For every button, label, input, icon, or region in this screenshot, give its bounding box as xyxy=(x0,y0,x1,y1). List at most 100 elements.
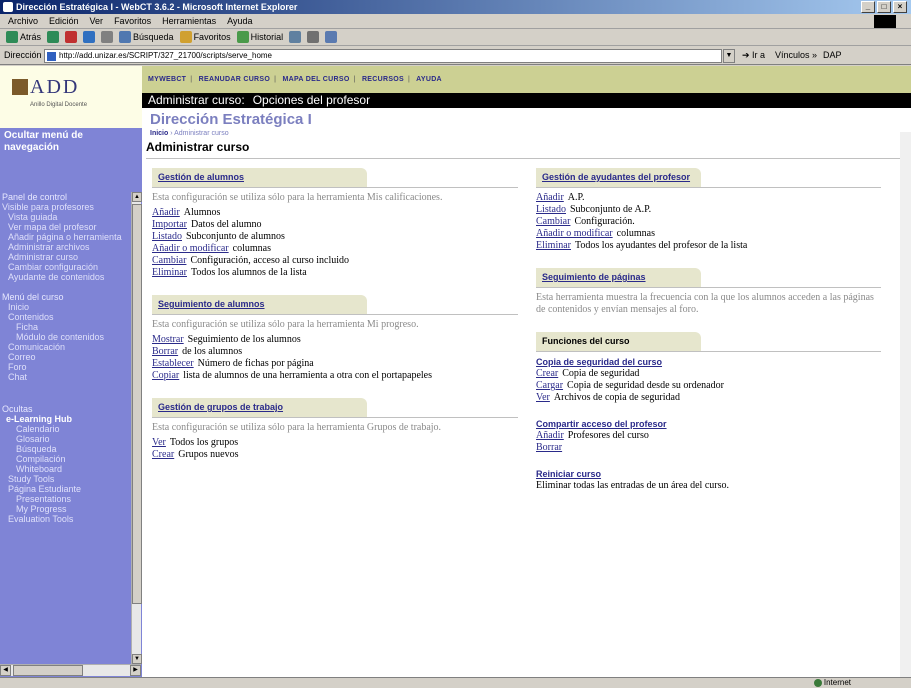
scroll-up-arrow-icon[interactable]: ▲ xyxy=(132,192,142,202)
page-tracking-title[interactable]: Seguimiento de páginas xyxy=(536,268,701,287)
delete-ap-link[interactable]: Eliminar xyxy=(536,240,571,251)
nav-item[interactable]: Chat xyxy=(0,372,131,382)
nav-item[interactable]: Ayudante de contenidos xyxy=(0,272,131,282)
list-link[interactable]: Listado xyxy=(152,231,182,242)
mail-icon[interactable] xyxy=(289,31,302,43)
minimize-button[interactable]: _ xyxy=(861,1,875,13)
share-access-title[interactable]: Compartir acceso del profesor xyxy=(536,418,881,430)
go-button[interactable]: ➔ Ir a xyxy=(742,50,765,61)
address-dropdown-button[interactable]: ▼ xyxy=(723,49,735,63)
favorites-button[interactable]: Favoritos xyxy=(179,31,231,43)
add-modify-link[interactable]: Añadir o modificar xyxy=(152,243,229,254)
add-ap-link[interactable]: Añadir xyxy=(536,192,564,203)
search-button[interactable]: Búsqueda xyxy=(119,31,174,43)
show-link[interactable]: Mostrar xyxy=(152,334,184,345)
nav-course-map[interactable]: MAPA DEL CURSO xyxy=(283,76,350,83)
scroll-right-arrow-icon[interactable]: ▶ xyxy=(130,665,141,676)
delete-link[interactable]: Eliminar xyxy=(152,267,187,278)
add-modify-ap-link[interactable]: Añadir o modificar xyxy=(536,228,613,239)
add-logo[interactable]: ADD xyxy=(12,76,79,99)
menu-archivo[interactable]: Archivo xyxy=(8,16,38,26)
nav-item[interactable]: Study Tools xyxy=(0,474,131,484)
address-input[interactable]: http://add.unizar.es/SCRIPT/327_21700/sc… xyxy=(44,49,722,63)
copy-link[interactable]: Copiar xyxy=(152,370,179,381)
nav-mywebct[interactable]: MYWEBCT xyxy=(148,76,186,83)
nav-item[interactable]: Comunicación xyxy=(0,342,131,352)
nav-item[interactable]: Módulo de contenidos xyxy=(0,332,131,342)
breadcrumb-home[interactable]: Inicio xyxy=(150,130,168,137)
nav-item[interactable]: Inicio xyxy=(0,302,131,312)
student-management-title[interactable]: Gestión de alumnos xyxy=(152,168,367,187)
nav-section-course-menu[interactable]: Menú del curso xyxy=(0,292,131,302)
nav-item[interactable]: Administrar archivos xyxy=(0,242,131,252)
nav-item[interactable]: Correo xyxy=(0,352,131,362)
change-link[interactable]: Cambiar xyxy=(152,255,186,266)
back-button[interactable]: Atrás xyxy=(6,31,41,43)
scroll-thumb[interactable] xyxy=(132,204,142,604)
sidebar-horizontal-scrollbar[interactable]: ◀ ▶ xyxy=(0,664,141,676)
nav-item[interactable]: Búsqueda xyxy=(0,444,131,454)
home-icon[interactable] xyxy=(101,31,114,43)
nav-item[interactable]: Ver mapa del profesor xyxy=(0,222,131,232)
scroll-left-arrow-icon[interactable]: ◀ xyxy=(0,665,11,676)
nav-section-panel[interactable]: Panel de control xyxy=(0,192,131,202)
import-link[interactable]: Importar xyxy=(152,219,187,230)
nav-item[interactable]: Glosario xyxy=(0,434,131,444)
maximize-button[interactable]: □ xyxy=(877,1,891,13)
nav-item[interactable]: e-Learning Hub xyxy=(0,414,131,424)
nav-item[interactable]: Página Estudiante xyxy=(0,484,131,494)
menu-edicion[interactable]: Edición xyxy=(49,16,79,26)
change-ap-link[interactable]: Cambiar xyxy=(536,216,570,227)
nav-item[interactable]: Añadir página o herramienta xyxy=(0,232,131,242)
nav-item[interactable]: Visible para profesores xyxy=(0,202,131,212)
list-ap-link[interactable]: Listado xyxy=(536,204,566,215)
nav-item[interactable]: Administrar curso xyxy=(0,252,131,262)
nav-item[interactable]: Cambiar configuración xyxy=(0,262,131,272)
menu-favoritos[interactable]: Favoritos xyxy=(114,16,151,26)
nav-item[interactable]: My Progress xyxy=(0,504,131,514)
links-button[interactable]: Vínculos » xyxy=(775,50,817,60)
main-vertical-scrollbar[interactable] xyxy=(900,132,911,677)
forward-arrow-icon[interactable] xyxy=(47,31,60,43)
dap-link[interactable]: DAP xyxy=(823,50,842,60)
stop-icon[interactable] xyxy=(65,31,78,43)
student-tracking-title[interactable]: Seguimiento de alumnos xyxy=(152,295,367,314)
nav-item[interactable]: Evaluation Tools xyxy=(0,514,131,524)
nav-item[interactable]: Compilación xyxy=(0,454,131,464)
history-button[interactable]: Historial xyxy=(236,31,283,43)
add-teachers-link[interactable]: Añadir xyxy=(536,430,564,441)
hscroll-thumb[interactable] xyxy=(13,665,83,676)
restart-course-title[interactable]: Reiniciar curso xyxy=(536,468,881,480)
erase-link[interactable]: Borrar xyxy=(152,346,178,357)
nav-item[interactable]: Calendario xyxy=(0,424,131,434)
menu-ver[interactable]: Ver xyxy=(90,16,104,26)
view-backup-link[interactable]: Ver xyxy=(536,392,550,403)
refresh-icon[interactable] xyxy=(83,31,96,43)
nav-help[interactable]: AYUDA xyxy=(416,76,442,83)
nav-item[interactable]: Presentations xyxy=(0,494,131,504)
add-students-link[interactable]: Añadir xyxy=(152,207,180,218)
nav-resources[interactable]: RECURSOS xyxy=(362,76,404,83)
workgroup-management-title[interactable]: Gestión de grupos de trabajo xyxy=(152,398,367,417)
menu-herramientas[interactable]: Herramientas xyxy=(162,16,216,26)
backup-title[interactable]: Copia de seguridad del curso xyxy=(536,356,881,368)
hide-menu-link[interactable]: Ocultar menú de navegación xyxy=(4,130,136,154)
close-button[interactable]: × xyxy=(893,1,907,13)
nav-item[interactable]: Contenidos xyxy=(0,312,131,322)
view-groups-link[interactable]: Ver xyxy=(152,437,166,448)
nav-item[interactable]: Ficha xyxy=(0,322,131,332)
create-groups-link[interactable]: Crear xyxy=(152,449,174,460)
menu-ayuda[interactable]: Ayuda xyxy=(227,16,252,26)
assistant-management-title[interactable]: Gestión de ayudantes del profesor xyxy=(536,168,701,187)
sidebar-vertical-scrollbar[interactable]: ▲ ▼ xyxy=(131,192,142,664)
nav-item[interactable]: Vista guiada xyxy=(0,212,131,222)
nav-item[interactable]: Whiteboard xyxy=(0,464,131,474)
print-icon[interactable] xyxy=(307,31,320,43)
edit-icon[interactable] xyxy=(325,31,338,43)
nav-section-hidden[interactable]: Ocultas xyxy=(0,404,131,414)
delete-teachers-link[interactable]: Borrar xyxy=(536,442,562,453)
nav-item[interactable]: Foro xyxy=(0,362,131,372)
upload-backup-link[interactable]: Cargar xyxy=(536,380,563,391)
set-link[interactable]: Establecer xyxy=(152,358,194,369)
create-backup-link[interactable]: Crear xyxy=(536,368,558,379)
